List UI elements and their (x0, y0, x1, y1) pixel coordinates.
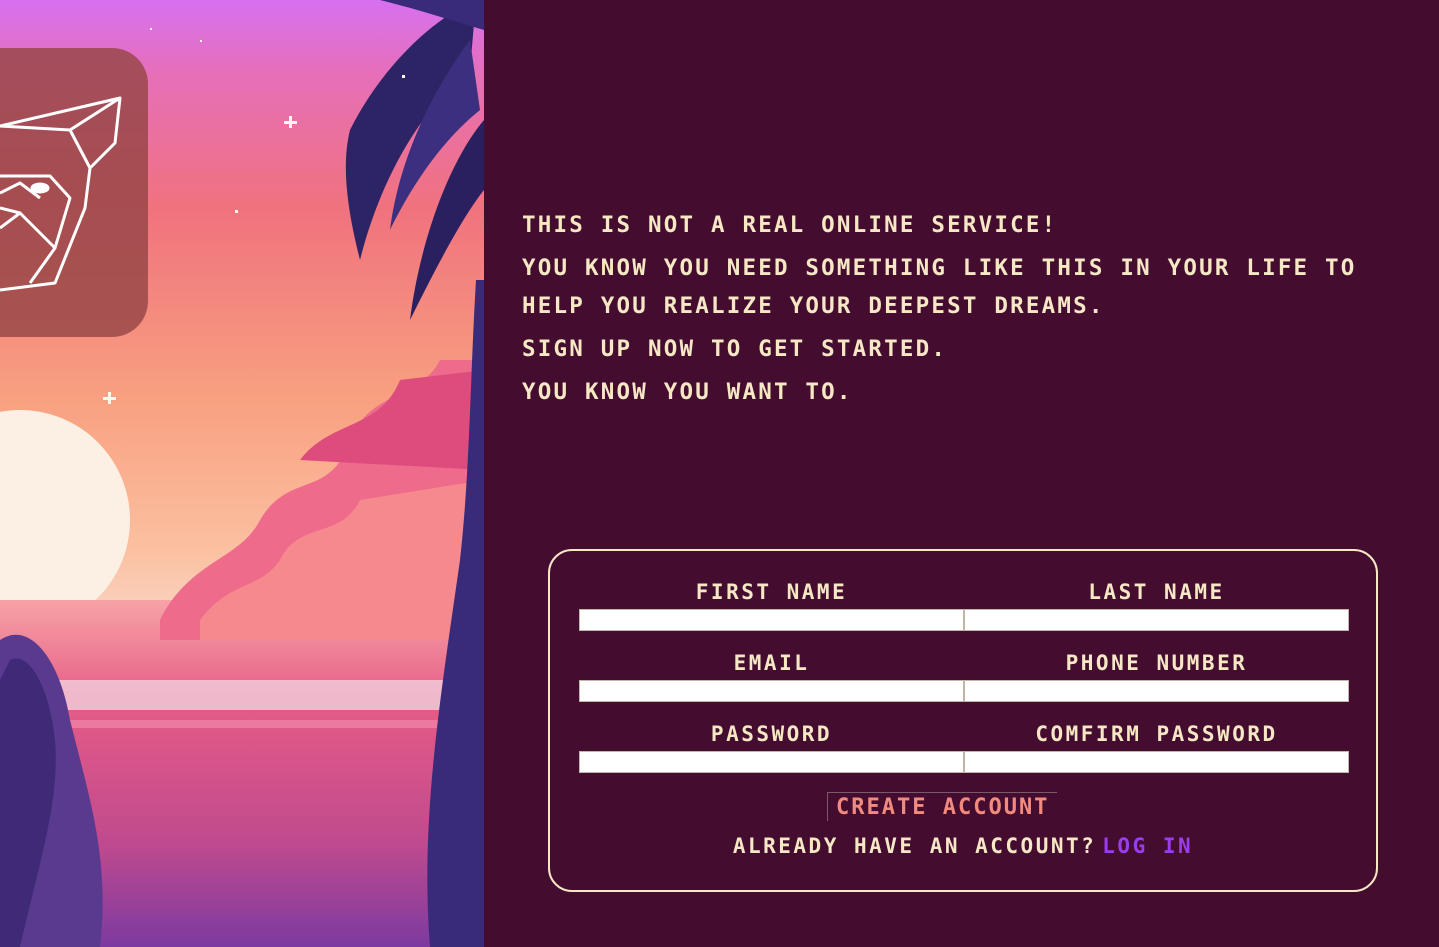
last-name-field: Last Name (964, 575, 1349, 646)
intro-line-cta: Sign up now to get started. (522, 336, 948, 362)
first-name-label: First Name (695, 580, 848, 604)
email-label: Email (733, 651, 810, 675)
form-fields: First Name Last Name Email Phone Number … (579, 575, 1349, 788)
confirm-password-field: Comfirm Password (964, 717, 1349, 788)
intro-line-pitch: You know you need something like this in… (522, 255, 1357, 319)
login-prompt: Already have an account? Log in (550, 834, 1376, 858)
last-name-label: Last Name (1088, 580, 1225, 604)
intro-text: This is not a real online service! You k… (522, 206, 1432, 416)
signup-form: First Name Last Name Email Phone Number … (548, 549, 1378, 892)
last-name-input[interactable] (964, 609, 1349, 631)
create-account-button[interactable]: Create Account (827, 792, 1058, 821)
intro-line-disclaimer: This is not a real online service! (522, 212, 1058, 238)
email-field: Email (579, 646, 964, 717)
first-name-field: First Name (579, 575, 964, 646)
password-input[interactable] (579, 751, 964, 773)
password-label: Password (710, 722, 833, 746)
email-input[interactable] (579, 680, 964, 702)
confirm-password-input[interactable] (964, 751, 1349, 773)
logo-card (0, 48, 148, 337)
phone-number-field: Phone Number (964, 646, 1349, 717)
phone-number-label: Phone Number (1065, 651, 1248, 675)
log-in-link[interactable]: Log in (1102, 834, 1193, 858)
first-name-input[interactable] (579, 609, 964, 631)
origami-fox-head-icon (0, 96, 122, 292)
confirm-password-label: Comfirm Password (1035, 722, 1278, 746)
hero-image (0, 0, 484, 947)
password-field: Password (579, 717, 964, 788)
phone-number-input[interactable] (964, 680, 1349, 702)
signup-panel: This is not a real online service! You k… (484, 0, 1439, 947)
login-prompt-text: Already have an account? (732, 834, 1097, 858)
intro-line-closer: You know you want to. (522, 379, 853, 405)
